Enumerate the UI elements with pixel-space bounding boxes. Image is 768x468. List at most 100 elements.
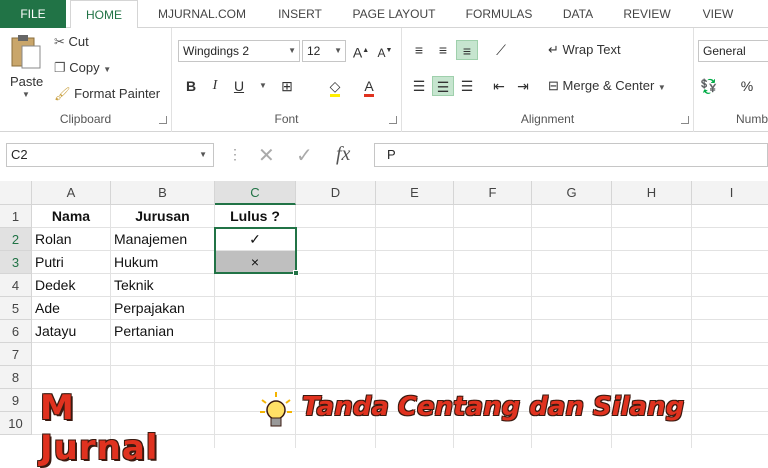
- cell-a4[interactable]: Dedek: [32, 274, 111, 297]
- font-name-select[interactable]: Wingdings 2 ▼: [178, 40, 300, 62]
- underline-icon[interactable]: U: [228, 76, 250, 96]
- lightbulb-icon: [258, 390, 294, 433]
- paintbrush-icon: 🖌: [54, 86, 71, 101]
- cell-b3[interactable]: Hukum: [111, 251, 215, 274]
- wrap-text-button[interactable]: ↵ Wrap Text: [548, 42, 621, 58]
- alignment-group: ≡ ≡ ≡ ⟋ ☰ ☰ ☰ ⇤ ⇥ ↵ Wrap Text ⊟ Merge & …: [402, 28, 694, 132]
- font-launcher[interactable]: [389, 116, 397, 124]
- cell-c1[interactable]: Lulus ?: [215, 205, 296, 228]
- cell-a3[interactable]: Putri: [32, 251, 111, 274]
- fill-color-icon[interactable]: ◇: [324, 76, 346, 97]
- chevron-down-icon: ▼: [199, 150, 207, 159]
- number-group: General 💱 % Numb: [694, 28, 768, 132]
- tab-formulas[interactable]: FORMULAS: [454, 0, 544, 28]
- decrease-font-icon[interactable]: A▼: [374, 41, 396, 61]
- column-header[interactable]: H: [612, 181, 692, 205]
- tab-home[interactable]: HOME: [70, 0, 138, 29]
- column-header[interactable]: E: [376, 181, 454, 205]
- align-center-icon[interactable]: ☰: [432, 76, 454, 96]
- number-group-label: Numb: [735, 112, 768, 126]
- number-format-select[interactable]: General: [698, 40, 768, 62]
- chevron-down-icon: ▼: [103, 65, 112, 74]
- alignment-group-label: Alignment: [520, 112, 575, 126]
- chevron-down-icon: ▼: [288, 46, 296, 55]
- font-color-icon[interactable]: A: [358, 76, 380, 97]
- cut-button[interactable]: ✂ Cut: [54, 34, 89, 50]
- align-middle-icon[interactable]: ≡: [432, 40, 454, 60]
- column-header[interactable]: D: [296, 181, 376, 205]
- tab-mjurnal[interactable]: MJURNAL.COM: [146, 0, 258, 28]
- enter-icon[interactable]: ✓: [296, 143, 313, 168]
- tab-file[interactable]: FILE: [0, 0, 66, 28]
- cell-a2[interactable]: Rolan: [32, 228, 111, 251]
- orientation-icon[interactable]: ⟋: [490, 40, 512, 60]
- function-icon[interactable]: fx: [336, 143, 350, 166]
- alignment-launcher[interactable]: [681, 116, 689, 124]
- align-left-icon[interactable]: ☰: [408, 76, 430, 96]
- merge-center-label: Merge & Center: [562, 78, 655, 93]
- increase-font-icon[interactable]: A▲: [350, 41, 372, 61]
- column-header[interactable]: B: [111, 181, 215, 205]
- more-icon: ⋮: [228, 146, 242, 162]
- clipboard-group-label: Clipboard: [59, 112, 112, 126]
- tab-data[interactable]: DATA: [552, 0, 604, 28]
- cell-a1[interactable]: Nama: [32, 205, 111, 228]
- cell-b2[interactable]: Manajemen: [111, 228, 215, 251]
- cell-a6[interactable]: Jatayu: [32, 320, 111, 343]
- italic-icon[interactable]: I: [204, 76, 226, 96]
- ribbon-tabs: FILE HOME MJURNAL.COM INSERT PAGE LAYOUT…: [0, 0, 768, 29]
- currency-icon[interactable]: 💱: [698, 76, 720, 96]
- font-size-value: 12: [307, 44, 321, 58]
- select-all[interactable]: [0, 181, 32, 205]
- column-header[interactable]: C: [215, 181, 296, 205]
- bold-icon[interactable]: B: [180, 76, 202, 96]
- copy-icon: ❐: [54, 60, 66, 75]
- name-box-value: C2: [11, 147, 28, 162]
- chevron-down-icon[interactable]: ▼: [252, 76, 274, 96]
- copy-button[interactable]: ❐ Copy ▼: [54, 60, 111, 76]
- formula-bar: C2 ▼ ⋮ ✕ ✓ fx P: [0, 138, 768, 174]
- align-right-icon[interactable]: ☰: [456, 76, 478, 96]
- wrap-text-label: Wrap Text: [562, 42, 621, 57]
- borders-icon[interactable]: ⊞: [276, 76, 298, 96]
- cell-selection: [214, 227, 297, 274]
- column-header[interactable]: A: [32, 181, 111, 205]
- align-top-icon[interactable]: ≡: [408, 40, 430, 60]
- cell-b4[interactable]: Teknik: [111, 274, 215, 297]
- formula-input[interactable]: P: [374, 143, 768, 167]
- wrap-text-icon: ↵: [548, 42, 559, 57]
- increase-indent-icon[interactable]: ⇥: [512, 76, 534, 96]
- paste-icon: [11, 35, 41, 69]
- chevron-down-icon: ▼: [22, 90, 30, 99]
- column-header[interactable]: G: [532, 181, 612, 205]
- column-header[interactable]: F: [454, 181, 532, 205]
- ribbon-home: Paste ▼ ✂ Cut ❐ Copy ▼ 🖌 Format Painter …: [0, 28, 768, 132]
- percent-icon[interactable]: %: [736, 76, 758, 96]
- tab-review[interactable]: REVIEW: [612, 0, 682, 28]
- merge-icon: ⊟: [548, 78, 559, 93]
- cell-b6[interactable]: Pertanian: [111, 320, 215, 343]
- clipboard-launcher[interactable]: [159, 116, 167, 124]
- cell-a5[interactable]: Ade: [32, 297, 111, 320]
- format-painter-label: Format Painter: [74, 86, 161, 101]
- fill-handle[interactable]: [293, 270, 299, 276]
- cancel-icon[interactable]: ✕: [258, 143, 275, 168]
- merge-center-button[interactable]: ⊟ Merge & Center ▼: [548, 78, 666, 94]
- column-header[interactable]: I: [692, 181, 768, 205]
- cell-b5[interactable]: Perpajakan: [111, 297, 215, 320]
- tab-page-layout[interactable]: PAGE LAYOUT: [342, 0, 446, 28]
- tab-insert[interactable]: INSERT: [266, 0, 334, 28]
- name-box[interactable]: C2 ▼: [6, 143, 214, 167]
- brand-logo: M Jurnal: [40, 388, 159, 468]
- format-painter-button[interactable]: 🖌 Format Painter: [54, 86, 160, 102]
- tab-view[interactable]: VIEW: [690, 0, 746, 28]
- clipboard-group: Paste ▼ ✂ Cut ❐ Copy ▼ 🖌 Format Painter …: [0, 28, 172, 132]
- chevron-down-icon: ▼: [334, 46, 342, 55]
- align-bottom-icon[interactable]: ≡: [456, 40, 478, 60]
- number-format-value: General: [703, 44, 746, 58]
- font-size-select[interactable]: 12 ▼: [302, 40, 346, 62]
- cell-b1[interactable]: Jurusan: [111, 205, 215, 228]
- paste-button[interactable]: Paste ▼: [8, 34, 44, 99]
- decrease-indent-icon[interactable]: ⇤: [488, 76, 510, 96]
- paste-label: Paste: [10, 74, 44, 89]
